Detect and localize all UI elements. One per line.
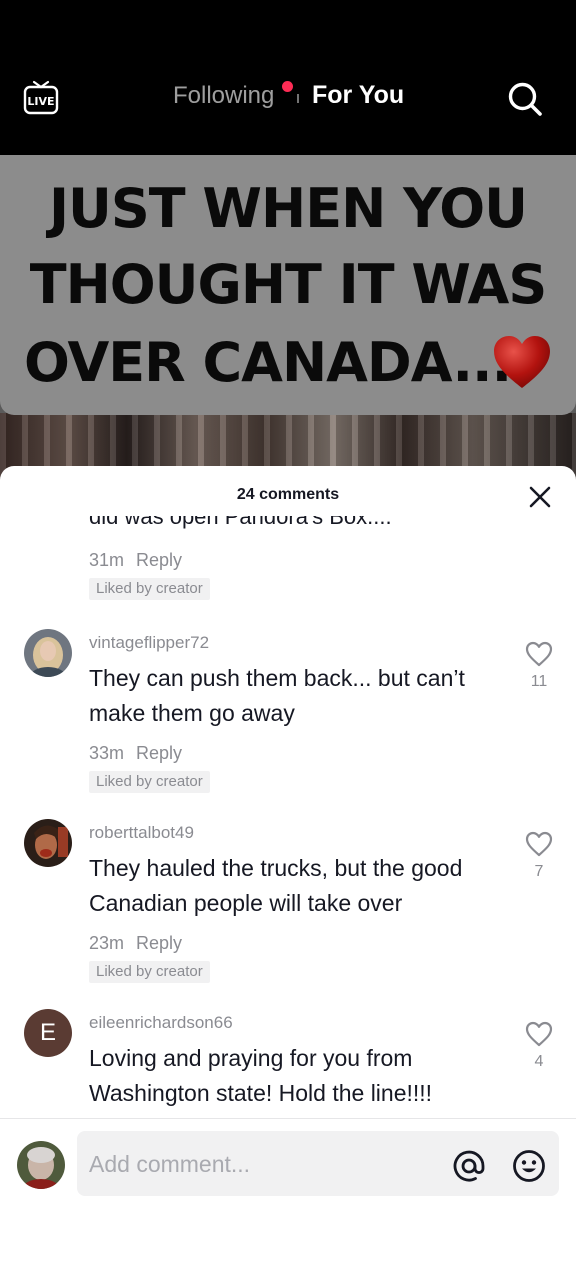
input-divider — [0, 1118, 576, 1119]
comment-time: 31m — [89, 550, 125, 570]
feed-tabs: Following For You — [0, 78, 576, 118]
notification-dot — [282, 81, 293, 92]
heart-outline-icon — [525, 1021, 553, 1047]
reply-button[interactable]: Reply — [136, 550, 182, 570]
comment-meta: 33m Reply — [89, 743, 182, 764]
close-button[interactable] — [527, 484, 553, 510]
comment-text-partial: did was open Pandora's Box.... — [89, 516, 392, 529]
tab-following[interactable]: Following — [173, 82, 274, 110]
comment-input-placeholder: Add comment... — [89, 1151, 251, 1177]
comment-text: They can push them back... but can’t mak… — [89, 665, 465, 726]
avatar[interactable] — [24, 819, 72, 867]
liked-by-creator-badge: Liked by creator — [89, 961, 210, 983]
like-button[interactable] — [525, 1021, 553, 1047]
liked-by-creator-badge: Liked by creator — [89, 771, 210, 793]
search-button[interactable] — [506, 80, 544, 118]
like-count: 11 — [530, 673, 548, 690]
comment-username[interactable]: roberttalbot49 — [89, 823, 194, 843]
close-icon — [529, 486, 551, 508]
liked-by-creator-badge: Liked by creator — [89, 578, 210, 600]
like-button[interactable] — [525, 831, 553, 857]
avatar[interactable] — [24, 629, 72, 677]
my-avatar — [17, 1141, 65, 1189]
caption-line-3: OVER CANADA... — [24, 331, 512, 394]
caption-line-2: THOUGHT IT WAS — [29, 253, 547, 316]
red-heart-icon — [494, 336, 550, 388]
at-icon — [453, 1150, 485, 1182]
comment-time: 33m — [89, 743, 125, 763]
avatar-letter[interactable]: E — [24, 1009, 72, 1057]
comment-text: Loving and praying for you from Washingt… — [89, 1045, 433, 1106]
search-icon — [508, 82, 542, 116]
comments-panel: 24 comments did was open Pandora's Box..… — [0, 466, 576, 1280]
comments-count-title: 24 comments — [236, 486, 340, 503]
comment-meta: 23m Reply — [89, 933, 182, 954]
comment-text: They hauled the trucks, but the good Can… — [89, 855, 463, 916]
comment-username[interactable]: eileenrichardson66 — [89, 1013, 233, 1033]
emoji-icon — [513, 1150, 545, 1182]
caption-line-1: JUST WHEN YOU — [48, 177, 528, 240]
comments-list[interactable]: did was open Pandora's Box.... 31m Reply … — [0, 516, 576, 1118]
mention-button[interactable] — [452, 1149, 486, 1183]
comment-meta: 31m Reply — [89, 550, 182, 571]
like-count: 4 — [534, 1053, 544, 1070]
like-button[interactable] — [525, 641, 553, 667]
top-navigation-bar: LIVE Following For You — [0, 0, 576, 155]
emoji-button[interactable] — [512, 1149, 546, 1183]
video-player[interactable]: JUST WHEN YOU THOUGHT IT WAS OVER CANADA… — [0, 155, 576, 485]
tab-for-you[interactable]: For You — [312, 81, 404, 110]
heart-outline-icon — [525, 831, 553, 857]
video-caption-overlay: JUST WHEN YOU THOUGHT IT WAS OVER CANADA… — [0, 155, 576, 415]
heart-outline-icon — [525, 641, 553, 667]
comment-input[interactable]: Add comment... — [77, 1131, 559, 1196]
comment-time: 23m — [89, 933, 125, 953]
like-count: 7 — [534, 863, 544, 880]
reply-button[interactable]: Reply — [136, 743, 182, 763]
reply-button[interactable]: Reply — [136, 933, 182, 953]
comment-username[interactable]: vintageflipper72 — [89, 633, 209, 653]
tab-divider — [297, 94, 299, 103]
